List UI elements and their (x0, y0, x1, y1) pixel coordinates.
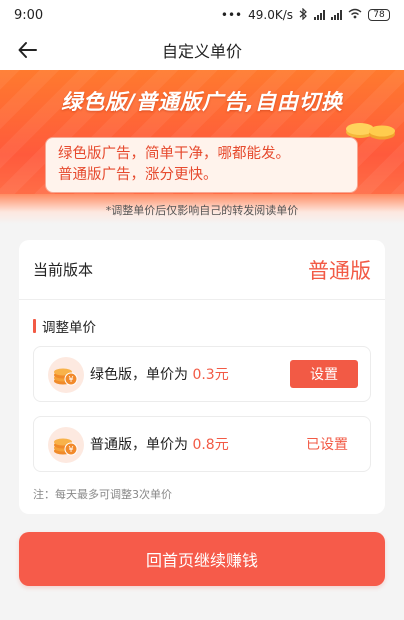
coin-stack-icon: ¥ (48, 357, 84, 393)
wifi-icon (348, 8, 362, 22)
set-green-price-button[interactable]: 设置 (290, 360, 358, 388)
option-normal-price: 0.8元 (192, 437, 229, 453)
back-home-button[interactable]: 回首页继续赚钱 (19, 532, 385, 586)
status-bar: 9:00 ••• 49.0K/s 78 (0, 0, 404, 30)
option-green-price: 0.3元 (192, 367, 229, 383)
option-normal-name: 普通版，单价为 (90, 437, 188, 453)
option-green-version: ¥ 绿色版，单价为 0.3元 设置 (33, 346, 371, 402)
banner-description: 绿色版广告，简单干净，哪都能发。 普通版广告，涨分更快。 (45, 137, 358, 193)
nav-bar: 自定义单价 (0, 30, 404, 70)
adjust-section-title: 调整单价 (33, 316, 96, 336)
section-accent-bar (33, 319, 36, 333)
adjust-title-text: 调整单价 (42, 320, 96, 336)
signal-icon (314, 10, 325, 20)
banner-line-2: 普通版广告，涨分更快。 (58, 167, 218, 183)
option-green-name: 绿色版，单价为 (90, 367, 188, 383)
banner-headline: 绿色版/普通版广告,自由切换 (61, 90, 343, 114)
back-arrow-icon[interactable] (16, 38, 40, 62)
page-title: 自定义单价 (161, 42, 242, 61)
banner-line-1: 绿色版广告，简单干净，哪都能发。 (58, 146, 290, 162)
adjust-limit-note: 注：每天最多可调整3次单价 (33, 488, 172, 501)
svg-text:¥: ¥ (68, 375, 73, 384)
option-normal-version: ¥ 普通版，单价为 0.8元 已设置 (33, 416, 371, 472)
option-green-text: 绿色版，单价为 0.3元 (90, 364, 229, 384)
bluetooth-icon (299, 7, 308, 23)
dots-icon: ••• (220, 8, 243, 22)
status-icons: ••• 49.0K/s 78 (220, 7, 390, 23)
current-version-label: 当前版本 (33, 261, 94, 279)
banner-note: *调整单价后仅影响自己的转发阅读单价 (105, 204, 299, 217)
battery-icon: 78 (368, 9, 390, 21)
network-speed: 49.0K/s (248, 8, 293, 22)
signal-icon (331, 10, 342, 20)
current-version-value: 普通版 (308, 258, 371, 283)
current-version-row: 当前版本 普通版 (19, 240, 385, 300)
promo-banner: 绿色版/普通版广告,自由切换 绿色版广告，简单干净，哪都能发。 普通版广告，涨分… (0, 70, 404, 224)
price-settings-card: 当前版本 普通版 调整单价 ¥ 绿色版，单价为 0.3元 设置 ¥ 普通版，单价… (19, 240, 385, 514)
status-time: 9:00 (14, 7, 44, 23)
coin-stack-icon: ¥ (48, 427, 84, 463)
svg-text:¥: ¥ (68, 445, 73, 454)
normal-price-set-status: 已设置 (306, 437, 348, 453)
option-normal-text: 普通版，单价为 0.8元 (90, 434, 229, 454)
